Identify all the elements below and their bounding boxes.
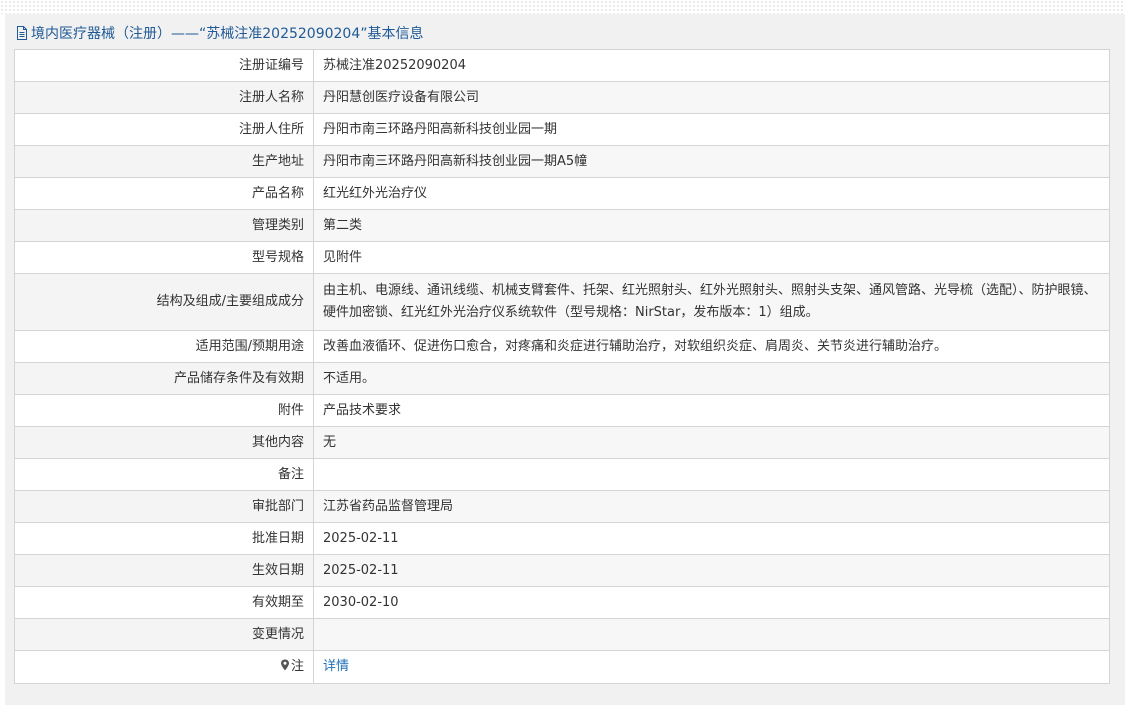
table-row: 适用范围/预期用途 改善血液循环、促进伤口愈合，对疼痛和炎症进行辅助治疗，对软组织…	[15, 330, 1109, 363]
table-row: 注册证编号 苏械注准20252090204	[15, 50, 1109, 82]
field-value	[313, 458, 1109, 491]
top-dotted-strip	[0, 0, 1125, 14]
detail-table-wrapper: 注册证编号 苏械注准20252090204 注册人名称 丹阳慧创医疗设备有限公司 注册人…	[14, 49, 1110, 684]
field-label: 适用范围/预期用途	[15, 330, 314, 363]
table-row: 生效日期 2025-02-11	[15, 554, 1109, 587]
table-row: 审批部门 江苏省药品监督管理局	[15, 490, 1109, 523]
field-value: 改善血液循环、促进伤口愈合，对疼痛和炎症进行辅助治疗，对软组织炎症、肩周炎、关节…	[313, 330, 1109, 363]
table-row: 附件 产品技术要求	[15, 394, 1109, 427]
field-label: 有效期至	[15, 586, 314, 619]
table-row: 注册人住所 丹阳市南三环路丹阳高新科技创业园一期	[15, 113, 1109, 146]
panel-header: 境内医疗器械（注册）——“苏械注准20252090204”基本信息	[5, 14, 1125, 51]
field-value: 无	[313, 426, 1109, 459]
field-value: 第二类	[313, 209, 1109, 242]
table-row: 备注	[15, 458, 1109, 491]
field-label: 注册人住所	[15, 113, 314, 146]
field-label: 变更情况	[15, 618, 314, 651]
field-value: 2025-02-11	[313, 554, 1109, 587]
note-label-cell: 注	[15, 650, 314, 683]
field-value	[313, 618, 1109, 651]
document-icon	[17, 25, 27, 40]
table-row: 管理类别 第二类	[15, 209, 1109, 242]
table-row: 批准日期 2025-02-11	[15, 522, 1109, 555]
field-label: 型号规格	[15, 241, 314, 274]
table-row: 结构及组成/主要组成成分 由主机、电源线、通讯线缆、机械支臂套件、托架、红光照射头…	[15, 273, 1109, 331]
field-value: 不适用。	[313, 362, 1109, 395]
table-row: 产品储存条件及有效期 不适用。	[15, 362, 1109, 395]
field-value: 2025-02-11	[313, 522, 1109, 555]
field-label: 产品储存条件及有效期	[15, 362, 314, 395]
field-value: 产品技术要求	[313, 394, 1109, 427]
field-label: 其他内容	[15, 426, 314, 459]
field-value: 丹阳市南三环路丹阳高新科技创业园一期	[313, 113, 1109, 146]
field-label: 生效日期	[15, 554, 314, 587]
table-row: 有效期至 2030-02-10	[15, 586, 1109, 619]
field-value: 苏械注准20252090204	[313, 50, 1109, 82]
field-value: 由主机、电源线、通讯线缆、机械支臂套件、托架、红光照射头、红外光照射头、照射头支…	[313, 273, 1109, 331]
table-row: 产品名称 红光红外光治疗仪	[15, 177, 1109, 210]
table-row: 其他内容无	[15, 426, 1109, 459]
field-label: 注册证编号	[15, 50, 314, 82]
field-value: 见附件	[313, 241, 1109, 274]
field-label: 备注	[15, 458, 314, 491]
field-label: 批准日期	[15, 522, 314, 555]
note-row: 注 详情	[15, 650, 1109, 683]
field-label: 产品名称	[15, 177, 314, 210]
field-label: 附件	[15, 394, 314, 427]
field-label: 结构及组成/主要组成成分	[15, 273, 314, 331]
field-value: 2030-02-10	[313, 586, 1109, 619]
field-value: 江苏省药品监督管理局	[313, 490, 1109, 523]
details-link[interactable]: 详情	[323, 659, 349, 674]
field-label: 注册人名称	[15, 81, 314, 114]
note-label: 注	[290, 659, 304, 674]
field-value: 丹阳慧创医疗设备有限公司	[313, 81, 1109, 114]
table-row: 型号规格 见附件	[15, 241, 1109, 274]
table-row: 生产地址 丹阳市南三环路丹阳高新科技创业园一期A5幢	[15, 145, 1109, 178]
field-label: 审批部门	[15, 490, 314, 523]
field-value: 红光红外光治疗仪	[313, 177, 1109, 210]
field-label: 生产地址	[15, 145, 314, 178]
table-row: 变更情况	[15, 618, 1109, 651]
field-label: 管理类别	[15, 209, 314, 242]
pin-icon	[280, 659, 289, 671]
table-row: 注册人名称 丹阳慧创医疗设备有限公司	[15, 81, 1109, 114]
page-title: 境内医疗器械（注册）——“苏械注准20252090204”基本信息	[31, 25, 424, 42]
detail-table-body: 注册证编号 苏械注准20252090204 注册人名称 丹阳慧创医疗设备有限公司 注册人…	[15, 50, 1109, 651]
note-value-cell: 详情	[313, 650, 1109, 683]
field-value: 丹阳市南三环路丹阳高新科技创业园一期A5幢	[313, 145, 1109, 178]
detail-table: 注册证编号 苏械注准20252090204 注册人名称 丹阳慧创医疗设备有限公司 注册人…	[15, 50, 1109, 683]
